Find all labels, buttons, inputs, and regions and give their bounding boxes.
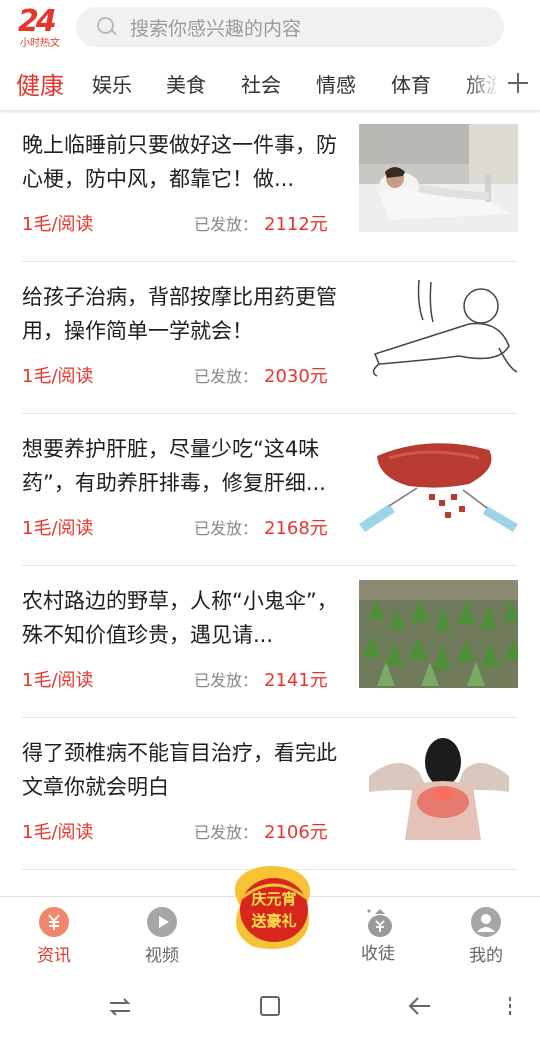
article-rate: 1毛/阅读 xyxy=(22,670,94,691)
article-thumbnail[interactable] xyxy=(359,124,518,232)
article-item[interactable]: 晚上临睡前只要做好这一件事，防心梗，防中风，都靠它！做... 1毛/阅读 已发放… xyxy=(22,110,518,262)
tabs-fade xyxy=(464,56,500,110)
article-title[interactable]: 农村路边的野草，人称“小鬼伞”，殊不知价值珍贵，遇见请... xyxy=(22,584,350,652)
paid-label: 已发放： xyxy=(194,823,259,842)
system-navigation-bar xyxy=(0,976,540,1040)
article-item[interactable]: 给孩子治病，背部按摩比用药更管用，操作简单一学就会！ 1毛/阅读 已发放： 20… xyxy=(22,262,518,414)
logo-subtitle: 小时热文 xyxy=(20,38,60,49)
recent-apps-icon[interactable] xyxy=(108,996,132,1022)
back-icon[interactable] xyxy=(408,995,432,1021)
home-icon[interactable] xyxy=(259,995,281,1021)
money-bag-icon xyxy=(363,905,393,937)
article-title[interactable]: 想要养护肝脏，尽量少吃“这4味药”，有助养肝排毒，修复肝细... xyxy=(22,432,350,500)
top-header: 24 小时热文 搜索你感兴趣的内容 xyxy=(0,0,540,56)
article-thumbnail[interactable] xyxy=(359,732,518,840)
search-icon xyxy=(96,16,118,38)
article-item[interactable]: 想要养护肝脏，尽量少吃“这4味药”，有助养肝排毒，修复肝细... 1毛/阅读 已… xyxy=(22,414,518,566)
search-bar[interactable]: 搜索你感兴趣的内容 xyxy=(76,7,504,47)
nav-profile[interactable]: 我的 xyxy=(446,907,526,966)
search-placeholder: 搜索你感兴趣的内容 xyxy=(130,17,302,40)
article-rate: 1毛/阅读 xyxy=(22,214,94,235)
nav-label: 资讯 xyxy=(37,946,71,966)
category-tabs: 健康 娱乐 美食 社会 情感 体育 旅游 xyxy=(0,56,540,110)
nav-label: 收徒 xyxy=(361,944,395,964)
tab-food[interactable]: 美食 xyxy=(166,69,206,98)
lantern-festival-promo-badge[interactable]: 庆元宵 送豪礼 xyxy=(220,862,324,952)
tab-society[interactable]: 社会 xyxy=(241,69,281,98)
article-rate: 1毛/阅读 xyxy=(22,366,94,387)
tab-sports[interactable]: 体育 xyxy=(391,69,431,98)
article-thumbnail[interactable] xyxy=(359,428,518,536)
article-rate: 1毛/阅读 xyxy=(22,518,94,539)
article-feed: 晚上临睡前只要做好这一件事，防心梗，防中风，都靠它！做... 1毛/阅读 已发放… xyxy=(0,110,540,870)
app-logo[interactable]: 24 小时热文 xyxy=(18,4,66,49)
nav-label: 我的 xyxy=(469,946,503,966)
paid-label: 已发放： xyxy=(194,367,259,386)
nav-news[interactable]: 资讯 xyxy=(14,907,94,966)
promo-line-2: 送豪礼 xyxy=(250,912,296,930)
article-title[interactable]: 给孩子治病，背部按摩比用药更管用，操作简单一学就会！ xyxy=(22,280,350,348)
nav-video[interactable]: 视频 xyxy=(122,907,202,966)
article-item[interactable]: 农村路边的野草，人称“小鬼伞”，殊不知价值珍贵，遇见请... 1毛/阅读 已发放… xyxy=(22,566,518,718)
article-title[interactable]: 晚上临睡前只要做好这一件事，防心梗，防中风，都靠它！做... xyxy=(22,128,350,196)
play-icon xyxy=(147,907,177,937)
article-item[interactable]: 得了颈椎病不能盲目治疗，看完此文章你就会明白 1毛/阅读 已发放： 2106元 xyxy=(22,718,518,870)
tab-entertainment[interactable]: 娱乐 xyxy=(92,69,132,98)
paid-amount: 2112元 xyxy=(264,214,328,235)
paid-label: 已发放： xyxy=(194,671,259,690)
nav-label: 视频 xyxy=(145,946,179,966)
article-thumbnail[interactable] xyxy=(359,276,518,384)
more-options-icon[interactable] xyxy=(506,996,514,1020)
tab-health[interactable]: 健康 xyxy=(16,66,64,101)
paid-amount: 2030元 xyxy=(264,366,328,387)
yuan-coin-icon xyxy=(39,907,69,937)
nav-apprentice[interactable]: 收徒 xyxy=(338,905,418,964)
article-rate: 1毛/阅读 xyxy=(22,822,94,843)
paid-amount: 2168元 xyxy=(264,518,328,539)
paid-amount: 2106元 xyxy=(264,822,328,843)
paid-label: 已发放： xyxy=(194,215,259,234)
article-title[interactable]: 得了颈椎病不能盲目治疗，看完此文章你就会明白 xyxy=(22,736,350,804)
tab-emotion[interactable]: 情感 xyxy=(316,69,356,98)
plus-icon[interactable] xyxy=(496,56,540,110)
article-thumbnail[interactable] xyxy=(359,580,518,688)
user-icon xyxy=(471,907,501,937)
paid-label: 已发放： xyxy=(194,519,259,538)
promo-line-1: 庆元宵 xyxy=(251,890,296,908)
paid-amount: 2141元 xyxy=(264,670,328,691)
